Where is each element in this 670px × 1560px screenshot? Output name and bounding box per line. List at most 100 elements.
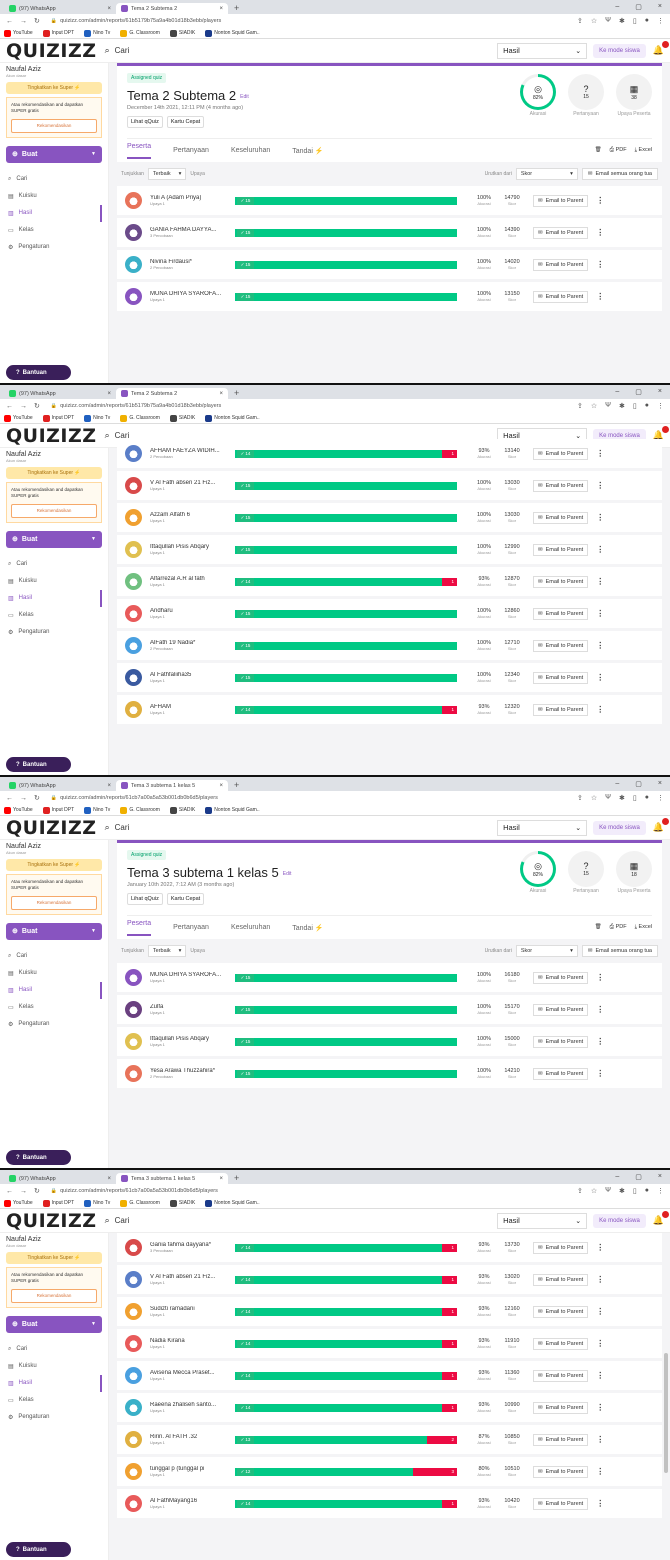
browser-tab[interactable]: (97) WhatsApp × (4, 1173, 116, 1184)
table-row[interactable]: AFHAMUpaya 1 1 14 93%Akurasi12320Skor ✉Email… (117, 695, 662, 724)
puzzle-icon[interactable]: ✱ (619, 1187, 625, 1195)
bookmark-item[interactable]: Nino Tv (84, 29, 110, 37)
table-row[interactable]: ZulfaUpaya 115 100%Akurasi15170Skor ✉Email… (117, 995, 662, 1024)
nav-cari[interactable]: ⌕ Cari (6, 1341, 102, 1358)
nav-kelas[interactable]: ▭ Kelas (6, 1392, 102, 1409)
table-row[interactable]: Gania fahma dayyana*3 Percobaan 1 14 93%Aku… (117, 1233, 662, 1262)
tab-flag[interactable]: Tandai ⚡ (292, 147, 323, 155)
more-options-icon[interactable]: ⋮ (596, 1403, 604, 1412)
nav-kuisku[interactable]: ▤ Kuisku (6, 965, 102, 982)
browser-tab[interactable]: Tema 3 subtema 1 kelas 5 × (116, 780, 228, 791)
reload-icon[interactable]: ↻ (34, 402, 40, 410)
bookmark-item[interactable]: SIADIK (169, 29, 195, 37)
bookmark-item[interactable]: YouTube (4, 29, 33, 37)
forward-icon[interactable]: → (20, 795, 27, 802)
notification-bell-icon[interactable]: 🔔 (653, 818, 669, 833)
star-icon[interactable]: ☆ (591, 794, 597, 802)
browser-tab[interactable]: (97) WhatsApp × (4, 780, 116, 791)
nav-cari[interactable]: ⌕ Cari (6, 948, 102, 965)
bookmark-item[interactable]: Nino Tv (84, 806, 110, 814)
excel-export-button[interactable]: ⤓ Excel (635, 924, 652, 931)
table-row[interactable]: Yuli A (Adam Priya)Upaya 115 100%Akurasi1… (117, 186, 662, 215)
bookmark-item[interactable]: G. Classroom (120, 29, 160, 37)
menu-icon[interactable]: ⋮ (657, 402, 664, 410)
flashcards-button[interactable]: Kartu Cepat (166, 893, 205, 905)
url-field[interactable]: 🔒 quizizz.com/admin/reports/61cb7a00a5a53… (47, 793, 570, 803)
more-options-icon[interactable]: ⋮ (596, 641, 604, 650)
search-input[interactable]: Cari (115, 46, 130, 55)
back-icon[interactable]: ← (6, 18, 13, 25)
bookmark-item[interactable]: Nino Tv (84, 414, 110, 422)
table-row[interactable]: Yesa Arawa Thuzzahira*2 Percobaan15 100%A… (117, 1059, 662, 1088)
close-tab-icon[interactable]: × (219, 391, 223, 397)
recommend-button[interactable]: Rekomendasikan (11, 895, 97, 910)
new-tab-icon[interactable]: + (234, 780, 239, 791)
table-row[interactable]: MUNA DHIYA SYAROFA...Upaya 115 100%Akuras… (117, 963, 662, 992)
table-row[interactable]: Nivina Firdausi*2 Percobaan15 100%Akurasi… (117, 250, 662, 279)
close-tab-icon[interactable]: × (219, 6, 223, 12)
bookmark-item[interactable]: SIADIK (169, 806, 195, 814)
split-icon[interactable]: ▯ (633, 17, 637, 25)
star-icon[interactable]: ☆ (591, 402, 597, 410)
menu-icon[interactable]: ⋮ (657, 17, 664, 25)
table-row[interactable]: Raeena zhaliseh santo...Upaya 1 1 14 93%Aku… (117, 1393, 662, 1422)
view-quiz-button[interactable]: Lihat qQuiz (127, 893, 163, 905)
nav-hasil[interactable]: ▥ Hasil (6, 981, 102, 999)
table-row[interactable]: Al FathMayang16Upaya 1 1 14 93%Akurasi10420… (117, 1489, 662, 1518)
create-button[interactable]: ⊕ Buat ▼ (6, 922, 102, 940)
share-icon[interactable]: ⇪ (577, 402, 583, 410)
extension-icon[interactable]: Ψ (605, 402, 611, 410)
profile-icon[interactable]: ● (645, 402, 649, 410)
email-all-parents-button[interactable]: ✉ Email semua orang tua (581, 168, 658, 180)
more-options-icon[interactable]: ⋮ (596, 545, 604, 554)
forward-icon[interactable]: → (20, 403, 27, 410)
extension-icon[interactable]: Ψ (605, 17, 611, 25)
flashcards-button[interactable]: Kartu Cepat (166, 116, 205, 128)
maximize-icon[interactable]: ▢ (635, 1173, 642, 1181)
quizizz-logo[interactable]: QUIZIZZ (6, 425, 97, 447)
email-parent-button[interactable]: ✉ Email to Parent (533, 290, 589, 303)
minimize-icon[interactable]: – (615, 3, 619, 11)
view-quiz-button[interactable]: Lihat qQuiz (127, 116, 163, 128)
more-options-icon[interactable]: ⋮ (596, 673, 604, 682)
profile-icon[interactable]: ● (645, 17, 649, 25)
tab-questions[interactable]: Pertanyaan (173, 147, 209, 154)
nav-pengaturan[interactable]: ⚙ Pengaturan (6, 1409, 102, 1426)
more-options-icon[interactable]: ⋮ (596, 481, 604, 490)
bookmark-item[interactable]: YouTube (4, 1199, 33, 1207)
email-parent-button[interactable]: ✉ Email to Parent (533, 1497, 589, 1510)
create-button[interactable]: ⊕ Buat ▼ (6, 530, 102, 548)
close-tab-icon[interactable]: × (219, 783, 223, 789)
bookmark-item[interactable]: G. Classroom (120, 806, 160, 814)
table-row[interactable]: Azzam Alfath 6Upaya 115 100%Akurasi13030S… (117, 503, 662, 532)
reload-icon[interactable]: ↻ (34, 1187, 40, 1195)
email-parent-button[interactable]: ✉ Email to Parent (533, 575, 589, 588)
sort-select[interactable]: Skor ▾ (515, 168, 578, 180)
upgrade-button[interactable]: Tingkatkan ke Super ⚡ (6, 82, 102, 94)
forward-icon[interactable]: → (20, 18, 27, 25)
reload-icon[interactable]: ↻ (34, 17, 40, 25)
more-options-icon[interactable]: ⋮ (596, 973, 604, 982)
split-icon[interactable]: ▯ (633, 402, 637, 410)
url-field[interactable]: 🔒 quizizz.com/admin/reports/61cb7a00a5a53… (47, 1186, 570, 1196)
maximize-icon[interactable]: ▢ (635, 3, 642, 11)
more-options-icon[interactable]: ⋮ (596, 1005, 604, 1014)
share-icon[interactable]: ⇪ (577, 1187, 583, 1195)
more-options-icon[interactable]: ⋮ (596, 577, 604, 586)
scrollbar-thumb[interactable] (664, 1353, 668, 1473)
email-parent-button[interactable]: ✉ Email to Parent (533, 1401, 589, 1414)
more-options-icon[interactable]: ⋮ (596, 1069, 604, 1078)
more-options-icon[interactable]: ⋮ (596, 1435, 604, 1444)
new-tab-icon[interactable]: + (234, 1173, 239, 1184)
bookmark-item[interactable]: G. Classroom (120, 414, 160, 422)
nav-kuisku[interactable]: ▤ Kuisku (6, 1358, 102, 1375)
show-best-select[interactable]: Terbaik ▾ (147, 168, 187, 180)
more-options-icon[interactable]: ⋮ (596, 292, 604, 301)
table-row[interactable]: Al Fathfaliiha35Upaya 115 100%Akurasi1234… (117, 663, 662, 692)
table-row[interactable]: AlFath 19 Nadia*2 Percobaan15 100%Akurasi… (117, 631, 662, 660)
more-options-icon[interactable]: ⋮ (596, 705, 604, 714)
browser-tab[interactable]: Tema 2 Subtema 2 × (116, 3, 228, 14)
help-button[interactable]: ? Bantuan (6, 757, 71, 772)
help-button[interactable]: ? Bantuan (6, 1542, 71, 1557)
profile-icon[interactable]: ● (645, 1187, 649, 1195)
